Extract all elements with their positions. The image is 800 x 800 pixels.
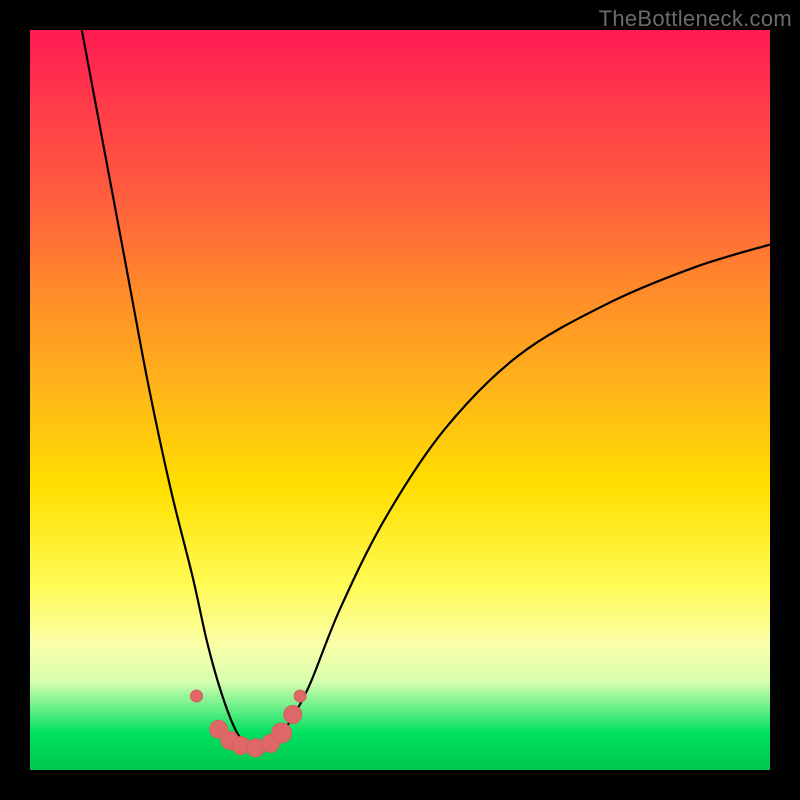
marker-dot [284, 706, 302, 724]
plot-area [30, 30, 770, 770]
marker-dot [294, 690, 306, 702]
marker-dot [272, 723, 292, 743]
bottleneck-chart [30, 30, 770, 770]
watermark-text: TheBottleneck.com [599, 6, 792, 32]
bottleneck-curve [82, 30, 770, 748]
marker-dot [191, 690, 203, 702]
